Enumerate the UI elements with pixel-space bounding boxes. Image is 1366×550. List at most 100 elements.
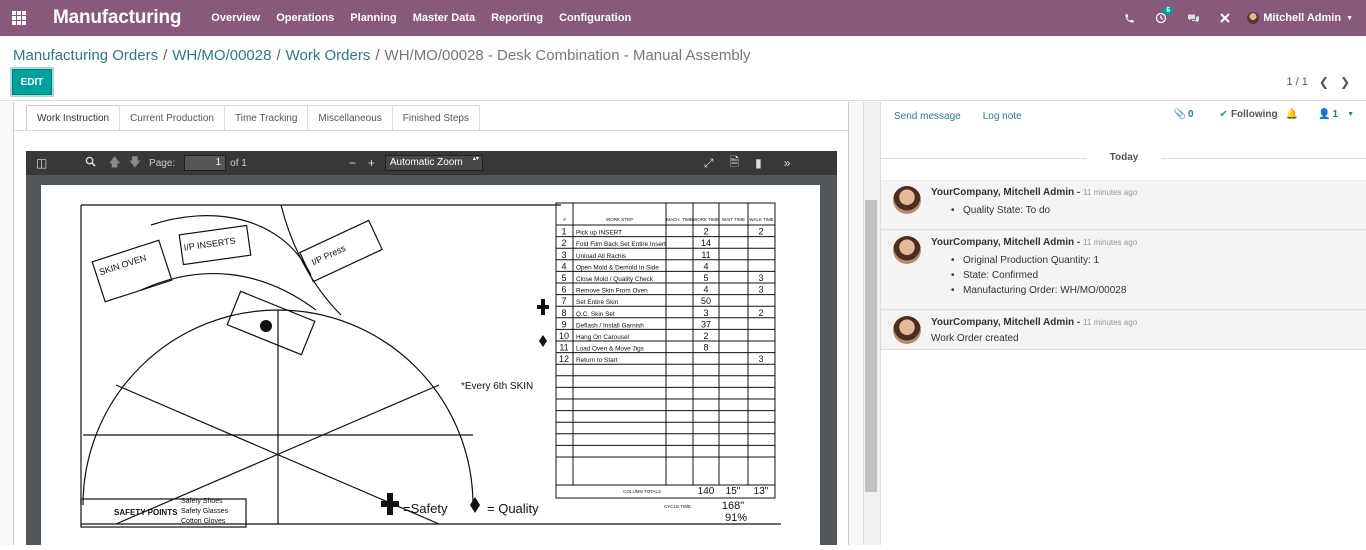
- safety-item-1: Safety Shoes: [181, 498, 223, 505]
- breadcrumb-separator: /: [276, 47, 281, 64]
- wait-time-total: 15": [726, 486, 741, 497]
- message-author[interactable]: YourCompany, Mitchell Admin: [931, 187, 1074, 198]
- safety-item-3: Cotton Gloves: [181, 518, 226, 525]
- menu-reporting[interactable]: Reporting: [483, 12, 551, 24]
- attachment-count[interactable]: 0: [1188, 109, 1194, 120]
- step-number: 5: [561, 273, 566, 283]
- previous-page-icon[interactable]: 🡅: [108, 153, 120, 174]
- chatter: Send message Log note 📎 0 ✔ Following 🔔 …: [880, 102, 1366, 545]
- log-note-button[interactable]: Log note: [983, 111, 1022, 122]
- followers-count[interactable]: 1: [1333, 109, 1339, 120]
- legend-safety: =Safety: [403, 501, 448, 516]
- search-icon[interactable]: [85, 156, 97, 170]
- step-description: Deflash / Install Garnish: [576, 322, 644, 329]
- user-icon[interactable]: 👤: [1318, 109, 1330, 120]
- chevron-right-icon[interactable]: ❯: [1340, 75, 1350, 89]
- menu-planning[interactable]: Planning: [342, 12, 404, 24]
- zoom-in-icon[interactable]: +: [368, 156, 375, 170]
- author-avatar[interactable]: [893, 316, 921, 344]
- tab-work-instruction[interactable]: Work Instruction: [26, 105, 121, 131]
- caret-down-icon[interactable]: ▼: [1347, 111, 1354, 118]
- form-sheet: Work Instruction Current Production Time…: [13, 102, 849, 545]
- work-time: 8: [703, 343, 708, 353]
- table-header: WORK TIME: [693, 217, 719, 222]
- tracking-value: State: Confirmed: [931, 268, 1126, 283]
- work-time: 4: [703, 261, 708, 271]
- step-description: Return to Start: [576, 357, 618, 364]
- tab-current-production[interactable]: Current Production: [119, 105, 225, 131]
- author-avatar[interactable]: [893, 186, 921, 214]
- message-date: 11 minutes ago: [1083, 318, 1138, 327]
- bookmark-icon[interactable]: ▮: [755, 156, 762, 170]
- following-button[interactable]: Following: [1231, 109, 1278, 120]
- work-time: 3: [703, 308, 708, 318]
- more-tools-icon[interactable]: »: [784, 156, 791, 170]
- message-header: YourCompany, Mitchell Admin - 11 minutes…: [931, 237, 1138, 248]
- sketch-label-press: I/P Press: [310, 243, 348, 268]
- activity-counter-badge: 6: [1163, 6, 1174, 15]
- form-scrollbar[interactable]: [864, 102, 880, 545]
- menu-master-data[interactable]: Master Data: [405, 12, 483, 24]
- edit-button[interactable]: EDIT: [12, 69, 52, 95]
- tracking-value: Manufacturing Order: WH/MO/00028: [931, 283, 1126, 298]
- menu-overview[interactable]: Overview: [203, 12, 268, 24]
- chatter-message: YourCompany, Mitchell Admin - 11 minutes…: [881, 230, 1366, 310]
- phone-icon[interactable]: [1113, 13, 1145, 24]
- page-count: of 1: [230, 157, 247, 169]
- tracking-value: Quality State: To do: [931, 203, 1050, 218]
- breadcrumb-separator: /: [375, 47, 380, 64]
- pager-value[interactable]: 1 / 1: [1286, 76, 1307, 88]
- fullscreen-icon[interactable]: ⤢: [704, 156, 714, 171]
- step-description: Unload All Rachis: [576, 253, 626, 260]
- message-author[interactable]: YourCompany, Mitchell Admin: [931, 237, 1074, 248]
- close-icon[interactable]: [1209, 13, 1241, 23]
- tab-miscellaneous[interactable]: Miscellaneous: [307, 105, 393, 131]
- today-separator: Today: [881, 152, 1366, 163]
- page-number-input[interactable]: 1: [184, 155, 227, 171]
- scrollbar-thumb[interactable]: [865, 200, 877, 492]
- breadcrumb-work-orders[interactable]: Work Orders: [286, 47, 371, 64]
- apps-menu-button[interactable]: [0, 0, 38, 36]
- table-header: WAIT TIME: [722, 217, 745, 222]
- chevron-left-icon[interactable]: ❮: [1319, 75, 1329, 89]
- conversations-icon[interactable]: [1177, 13, 1209, 24]
- pager: 1 / 1 ❮ ❯: [1286, 75, 1350, 89]
- table-header: WALK TIME: [749, 217, 774, 222]
- user-name: Mitchell Admin: [1263, 12, 1342, 24]
- work-time: 50: [701, 296, 711, 306]
- step-number: 8: [561, 308, 566, 318]
- download-icon[interactable]: 🗎: [730, 153, 740, 174]
- grid-icon: [12, 11, 26, 25]
- tab-finished-steps[interactable]: Finished Steps: [391, 105, 480, 131]
- next-page-icon[interactable]: 🡇: [129, 153, 141, 174]
- tab-time-tracking[interactable]: Time Tracking: [224, 105, 309, 131]
- menu-operations[interactable]: Operations: [268, 12, 342, 24]
- step-description: Q.C. Skin Set: [576, 311, 615, 318]
- app-brand[interactable]: Manufacturing: [53, 7, 181, 29]
- bell-icon[interactable]: 🔔: [1286, 109, 1298, 120]
- step-description: Load Oven & Move Jigs: [576, 346, 644, 353]
- caret-down-icon: ▼: [1346, 14, 1353, 22]
- attachment-icon[interactable]: 📎: [1174, 109, 1186, 120]
- author-avatar[interactable]: [893, 236, 921, 264]
- user-menu[interactable]: Mitchell Admin ▼: [1247, 12, 1353, 24]
- pdf-page: SKIN OVEN I/P INSERTS I/P Press SAFETY P…: [41, 185, 820, 545]
- activity-clock-icon[interactable]: 6: [1145, 6, 1177, 24]
- message-header: YourCompany, Mitchell Admin - 11 minutes…: [931, 317, 1138, 328]
- chatter-message: YourCompany, Mitchell Admin - 11 minutes…: [881, 310, 1366, 350]
- zoom-select[interactable]: Automatic Zoom: [384, 155, 483, 171]
- walk-time: 2: [758, 308, 763, 318]
- cycle-percent: 91%: [725, 512, 747, 524]
- message-author[interactable]: YourCompany, Mitchell Admin: [931, 317, 1074, 328]
- breadcrumb-mo[interactable]: WH/MO/00028: [172, 47, 271, 64]
- zoom-out-icon[interactable]: −: [349, 156, 356, 170]
- sidebar-toggle-icon[interactable]: ◫: [36, 156, 47, 170]
- menu-configuration[interactable]: Configuration: [551, 12, 639, 24]
- message-body: Work Order created: [931, 331, 1019, 346]
- legend-quality: = Quality: [487, 501, 539, 516]
- sketch-label-inserts: I/P INSERTS: [183, 236, 236, 253]
- table-header: WORK STEP: [606, 217, 633, 222]
- breadcrumb-manufacturing-orders[interactable]: Manufacturing Orders: [13, 47, 158, 64]
- send-message-button[interactable]: Send message: [894, 111, 961, 122]
- step-description: Fold Film Back Set Entire Insert: [576, 241, 666, 248]
